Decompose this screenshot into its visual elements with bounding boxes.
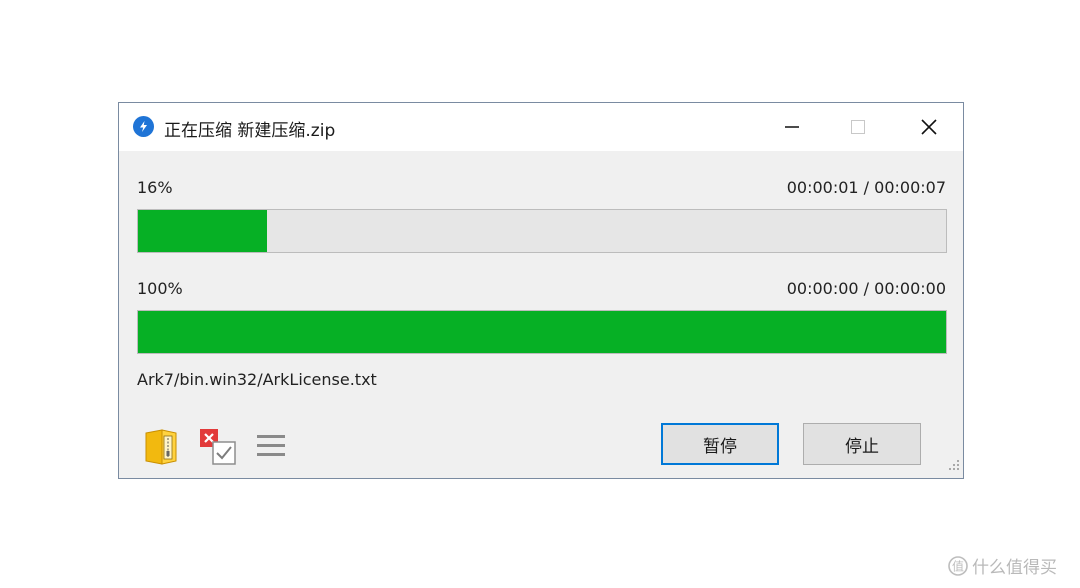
overall-percent-label: 16%: [137, 178, 173, 197]
file-progress-bar: [137, 310, 947, 354]
current-file-path: Ark7/bin.win32/ArkLicense.txt: [137, 370, 377, 389]
overall-progress-fill: [138, 210, 268, 252]
app-logo-icon: [133, 116, 154, 137]
minimize-icon: [785, 126, 799, 128]
title-bar[interactable]: 正在压缩 新建压缩.zip: [119, 103, 963, 151]
maximize-button[interactable]: [829, 103, 887, 151]
file-percent-label: 100%: [137, 279, 183, 298]
overall-progress-bar: [137, 209, 947, 253]
pause-button[interactable]: 暂停: [661, 423, 779, 465]
compress-progress-window: 正在压缩 新建压缩.zip 16% 00:00:01 / 00:00:07 10…: [118, 102, 964, 479]
overall-time-label: 00:00:01 / 00:00:07: [786, 178, 946, 197]
hamburger-menu-icon[interactable]: [254, 430, 288, 462]
stop-button[interactable]: 停止: [803, 423, 921, 465]
resize-grip-icon[interactable]: [948, 456, 960, 475]
dialog-body: 16% 00:00:01 / 00:00:07 100% 00:00:00 / …: [119, 151, 963, 478]
watermark-text: 什么值得买: [972, 558, 1057, 578]
file-progress-fill: [138, 311, 946, 353]
file-time-label: 00:00:00 / 00:00:00: [786, 279, 946, 298]
window-title: 正在压缩 新建压缩.zip: [164, 121, 336, 141]
maximize-icon: [851, 120, 865, 134]
watermark: 值 什么值得买: [948, 553, 1057, 578]
close-icon: [921, 119, 937, 135]
minimize-button[interactable]: [763, 103, 821, 151]
open-folder-icon[interactable]: [141, 427, 181, 467]
svg-text:值: 值: [952, 558, 964, 573]
close-when-done-checkbox-icon[interactable]: [197, 426, 239, 468]
close-button[interactable]: [900, 103, 958, 151]
watermark-logo-icon: 值: [948, 555, 968, 576]
